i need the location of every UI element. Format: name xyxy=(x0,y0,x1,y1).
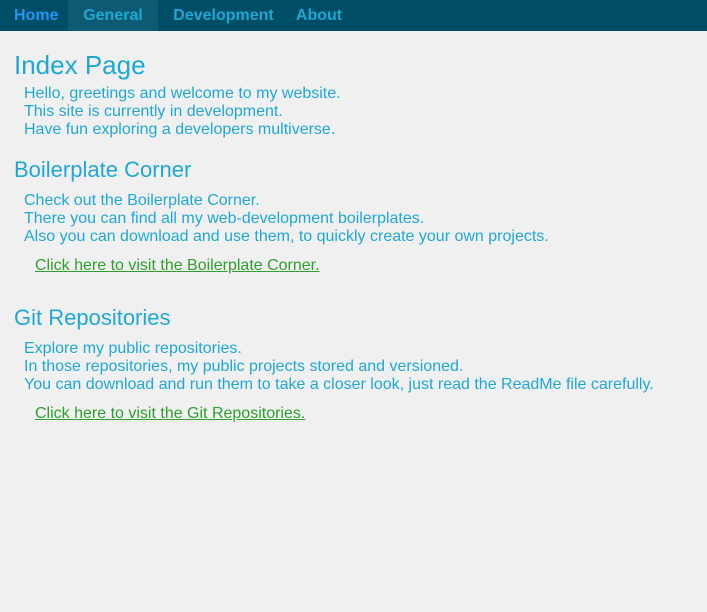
git-heading: Git Repositories xyxy=(14,305,171,330)
top-navigation: Home General Development About xyxy=(0,0,707,31)
git-link[interactable]: Click here to visit the Git Repositories… xyxy=(35,405,305,423)
welcome-text: Hello, greetings and welcome to my websi… xyxy=(24,85,694,139)
nav-home[interactable]: Home xyxy=(0,0,68,31)
boilerplate-heading: Boilerplate Corner xyxy=(14,157,192,182)
welcome-line: Have fun exploring a developers multiver… xyxy=(24,121,336,138)
boilerplate-line: There you can find all my web-developmen… xyxy=(24,210,425,227)
boilerplate-text: Check out the Boilerplate Corner. There … xyxy=(24,192,694,246)
git-text: Explore my public repositories. In those… xyxy=(24,340,694,394)
nav-about[interactable]: About xyxy=(289,0,349,31)
welcome-line: Hello, greetings and welcome to my websi… xyxy=(24,85,341,102)
main-content: Index Page Hello, greetings and welcome … xyxy=(14,31,694,423)
nav-general[interactable]: General xyxy=(68,0,158,31)
git-line: You can download and run them to take a … xyxy=(24,376,654,393)
boilerplate-line: Also you can download and use them, to q… xyxy=(24,228,549,245)
boilerplate-line: Check out the Boilerplate Corner. xyxy=(24,192,260,209)
git-line: Explore my public repositories. xyxy=(24,340,242,357)
page-title: Index Page xyxy=(14,50,146,80)
nav-development[interactable]: Development xyxy=(158,0,289,31)
git-line: In those repositories, my public project… xyxy=(24,358,464,375)
welcome-line: This site is currently in development. xyxy=(24,103,283,120)
boilerplate-link[interactable]: Click here to visit the Boilerplate Corn… xyxy=(35,257,320,275)
